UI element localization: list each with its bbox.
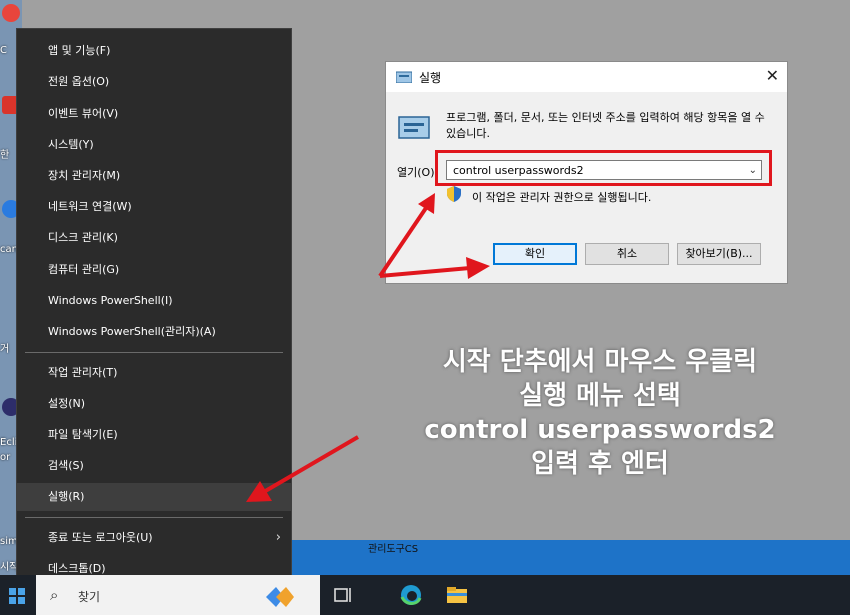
desktop-label: or <box>0 452 11 463</box>
open-label: 열기(O): <box>397 166 439 179</box>
menu-item-disk-management[interactable]: 디스크 관리(K) <box>17 224 291 252</box>
windows-logo-icon <box>9 588 25 604</box>
desktop-label: 한 <box>0 150 10 161</box>
run-dialog-titlebar[interactable]: 실행 ✕ <box>386 62 787 92</box>
input-highlight-box <box>435 150 772 186</box>
taskbar-search-box[interactable]: ⌕ 찾기 <box>36 575 320 615</box>
instruction-line: control userpasswords2 <box>424 415 776 445</box>
admin-note: 이 작업은 관리자 권한으로 실행됩니다. <box>472 191 652 204</box>
search-highlight-icon <box>266 587 294 607</box>
chevron-right-icon: › <box>275 530 281 545</box>
chrome-icon[interactable] <box>2 4 20 22</box>
run-large-icon <box>398 116 430 139</box>
background-window-text: 관리도구CS <box>368 544 419 555</box>
run-icon <box>396 71 412 83</box>
menu-item-device-manager[interactable]: 장치 관리자(M) <box>17 162 291 190</box>
file-explorer-icon[interactable] <box>445 583 469 607</box>
admin-shield-icon <box>447 186 461 202</box>
menu-item-powershell-admin[interactable]: Windows PowerShell(관리자)(A) <box>17 318 291 346</box>
instruction-line: 실행 메뉴 선택 <box>519 381 681 411</box>
browse-button[interactable]: 찾아보기(B)... <box>677 243 761 265</box>
task-view-icon[interactable] <box>331 583 355 607</box>
menu-item-run[interactable]: 실행(R) <box>17 483 291 511</box>
menu-separator <box>25 352 283 353</box>
run-description: 프로그램, 폴더, 문서, 또는 인터넷 주소를 입력하여 해당 항목을 열 수… <box>446 111 765 140</box>
search-placeholder: 찾기 <box>78 590 101 604</box>
menu-item-shutdown-signout[interactable]: 종료 또는 로그아웃(U) › <box>17 524 291 552</box>
start-button[interactable] <box>0 575 36 615</box>
menu-item-computer-management[interactable]: 컴퓨터 관리(G) <box>17 256 291 284</box>
menu-item-powershell[interactable]: Windows PowerShell(I) <box>17 287 291 315</box>
menu-item-search[interactable]: 검색(S) <box>17 452 291 480</box>
background-window-band: 관리도구CS <box>290 540 850 578</box>
menu-item-system[interactable]: 시스템(Y) <box>17 131 291 159</box>
instruction-line: 시작 단추에서 마우스 우클릭 <box>442 347 758 377</box>
menu-item-file-explorer[interactable]: 파일 탐색기(E) <box>17 421 291 449</box>
menu-item-label: 종료 또는 로그아웃(U) <box>48 531 153 544</box>
menu-separator <box>25 517 283 518</box>
menu-item-event-viewer[interactable]: 이벤트 뷰어(V) <box>17 100 291 128</box>
taskbar: ⌕ 찾기 <box>0 575 850 615</box>
search-icon: ⌕ <box>50 586 59 604</box>
ok-button[interactable]: 확인 <box>493 243 577 265</box>
edge-browser-icon[interactable] <box>399 583 423 607</box>
menu-item-power-options[interactable]: 전원 옵션(O) <box>17 68 291 96</box>
run-dialog-title: 실행 <box>419 71 442 85</box>
instruction-line: 입력 후 엔터 <box>531 449 669 479</box>
instruction-text: 시작 단추에서 마우스 우클릭 실행 메뉴 선택 control userpas… <box>360 345 840 481</box>
menu-item-apps[interactable]: 앱 및 기능(F) <box>17 37 291 65</box>
desktop-label: Ecli <box>0 437 18 448</box>
desktop-label: 거 <box>0 344 10 355</box>
menu-item-settings[interactable]: 설정(N) <box>17 390 291 418</box>
cancel-button[interactable]: 취소 <box>585 243 669 265</box>
menu-item-network-connections[interactable]: 네트워크 연결(W) <box>17 193 291 221</box>
menu-item-task-manager[interactable]: 작업 관리자(T) <box>17 359 291 387</box>
start-context-menu: 앱 및 기능(F) 전원 옵션(O) 이벤트 뷰어(V) 시스템(Y) 장치 관… <box>16 28 292 589</box>
desktop-label: C <box>0 45 7 56</box>
close-icon[interactable]: ✕ <box>766 66 779 85</box>
